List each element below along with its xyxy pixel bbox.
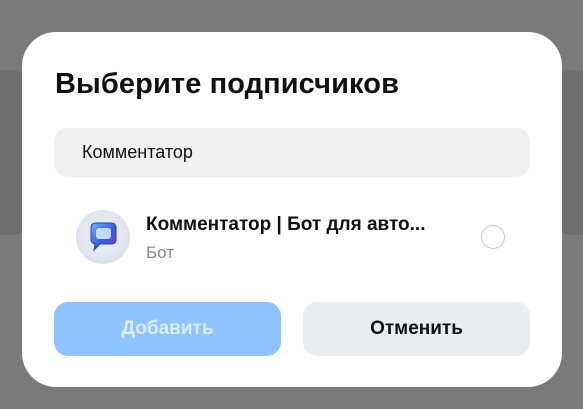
select-subscribers-dialog: Выберите подписчиков Комментатор | Бот д… (22, 32, 562, 387)
avatar (76, 210, 130, 264)
list-item-name: Комментатор | Бот для авто... (146, 214, 426, 235)
dialog-title: Выберите подписчиков (55, 68, 399, 100)
list-item[interactable]: Комментатор | Бот для авто... Бот (54, 202, 530, 272)
search-input[interactable] (54, 128, 530, 177)
cancel-button[interactable]: Отменить (303, 302, 530, 356)
select-radio[interactable] (481, 225, 505, 249)
list-item-subtitle: Бот (146, 243, 175, 262)
chat-bubble-icon (90, 222, 117, 252)
add-button[interactable]: Добавить (54, 302, 281, 356)
